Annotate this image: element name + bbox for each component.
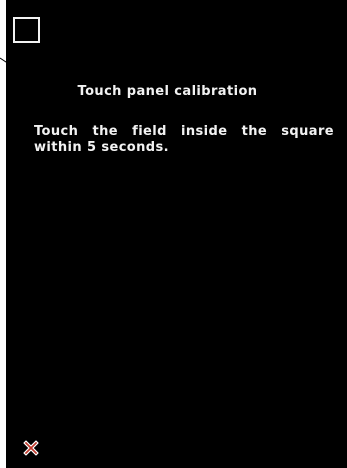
page-title: Touch panel calibration (77, 84, 258, 99)
calibration-screen: Touch panel calibration Touch the field … (6, 0, 347, 468)
close-x-icon (23, 440, 39, 456)
calibration-square[interactable] (13, 17, 40, 43)
instruction-text: Touch the field inside the square within… (34, 124, 334, 155)
device-frame: Touch panel calibration Touch the field … (0, 0, 347, 468)
close-button[interactable] (21, 438, 41, 458)
